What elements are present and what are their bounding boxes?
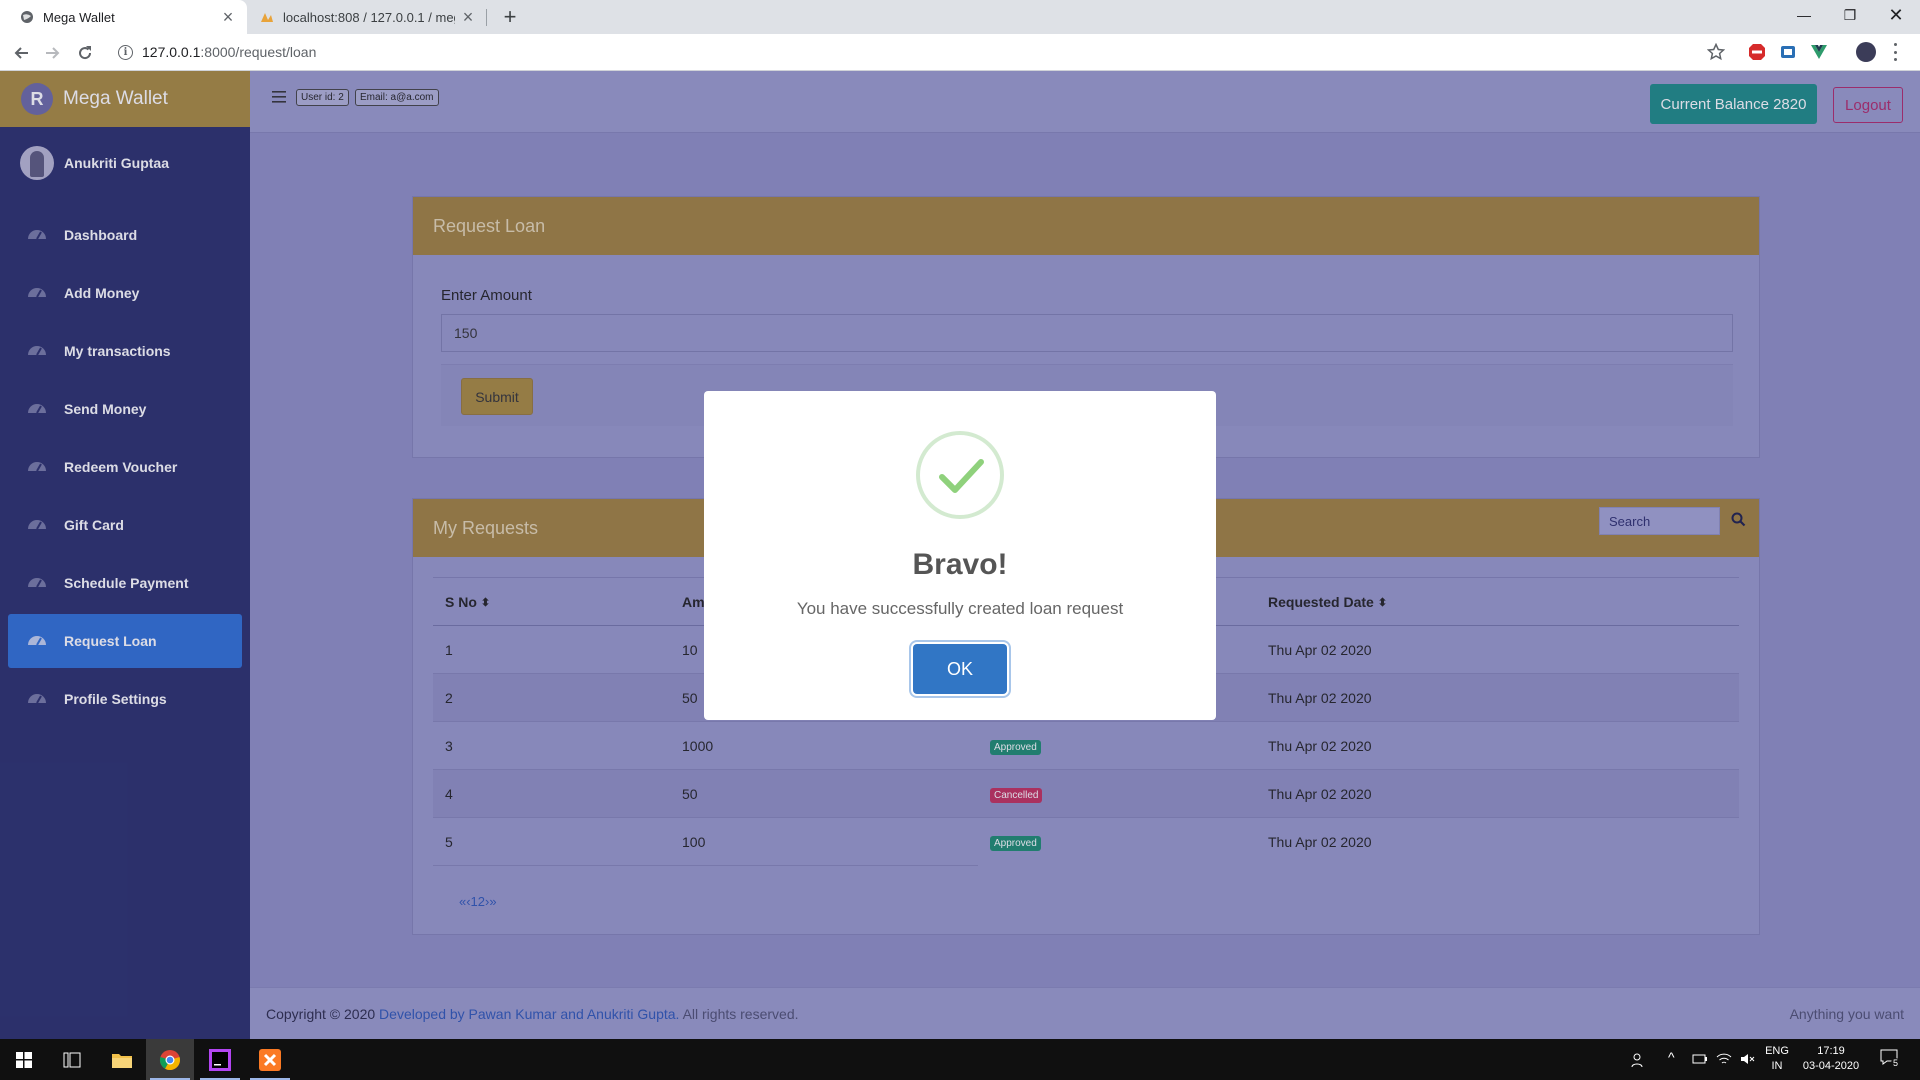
reload-button[interactable]: [71, 39, 99, 67]
adblock-icon[interactable]: [1748, 43, 1766, 61]
checkmark-icon: [939, 459, 984, 493]
clock-date: 03-04-2020: [1802, 1060, 1860, 1072]
chrome-icon: [159, 1049, 180, 1070]
url-path: :8000/request/loan: [200, 44, 317, 60]
dialog-message: You have successfully created loan reque…: [796, 599, 1124, 618]
language-code: ENG: [1765, 1045, 1789, 1057]
arrow-right-icon: [46, 47, 60, 59]
people-icon[interactable]: [1631, 1052, 1647, 1068]
region-code: IN: [1771, 1060, 1783, 1072]
close-tab-icon[interactable]: ×: [455, 4, 481, 30]
start-button[interactable]: [0, 1039, 48, 1080]
close-tab-icon[interactable]: ×: [215, 4, 241, 30]
action-center-button[interactable]: 5: [1880, 1049, 1901, 1069]
ok-button[interactable]: OK: [913, 644, 1007, 694]
folder-icon: [112, 1053, 132, 1068]
xampp-icon: [259, 1048, 281, 1071]
back-button[interactable]: [7, 39, 35, 67]
chevron-up-icon[interactable]: ^: [1668, 1049, 1675, 1065]
reload-icon: [79, 46, 92, 60]
notification-count: 5: [1891, 1058, 1901, 1068]
clock[interactable]: 17:19 03-04-2020: [1796, 1044, 1866, 1074]
close-window-icon[interactable]: ✕: [1873, 0, 1919, 30]
tab-title: Mega Wallet: [43, 9, 115, 25]
restore-icon[interactable]: ❐: [1827, 0, 1873, 30]
tab-title: localhost:808 / 127.0.0.1 / mega_: [283, 9, 455, 25]
forward-button[interactable]: [39, 39, 67, 67]
phpstorm-icon: [209, 1048, 231, 1071]
minimize-icon[interactable]: —: [1781, 0, 1827, 30]
clock-time: 17:19: [1817, 1045, 1845, 1057]
arrow-left-icon: [14, 47, 28, 59]
address-bar[interactable]: 127.0.0.1:8000/request/loan: [142, 44, 316, 60]
browser-tab-phpmyadmin[interactable]: localhost:808 / 127.0.0.1 / mega_ ×: [250, 0, 487, 34]
volume-muted-icon[interactable]: [1740, 1052, 1756, 1066]
windows-logo-icon: [16, 1051, 32, 1068]
xampp-taskbar-button[interactable]: [246, 1039, 294, 1080]
browser-tab-mega-wallet[interactable]: Mega Wallet ×: [0, 0, 247, 34]
battery-icon[interactable]: [1692, 1053, 1708, 1065]
success-check-icon: [916, 431, 1004, 519]
url-host: 127.0.0.1: [142, 44, 201, 60]
windows-taskbar: ^ ENG IN 17:19 03-04-2020 5: [0, 1039, 1920, 1080]
profile-avatar[interactable]: [1856, 42, 1876, 62]
phpmyadmin-icon: [261, 13, 273, 22]
input-language[interactable]: ENG IN: [1762, 1044, 1792, 1074]
wifi-icon[interactable]: [1716, 1052, 1732, 1066]
tab-divider: [486, 9, 487, 26]
browser-menu-icon[interactable]: [1892, 43, 1898, 61]
bookmark-star-icon[interactable]: [1707, 43, 1725, 61]
new-tab-button[interactable]: +: [497, 4, 523, 30]
task-view-button[interactable]: [48, 1039, 96, 1080]
dialog-title: Bravo!: [912, 548, 1008, 581]
file-explorer-button[interactable]: [98, 1039, 146, 1080]
browser-tab-bar: Mega Wallet × localhost:808 / 127.0.0.1 …: [0, 0, 1920, 34]
extension-icon[interactable]: [1779, 43, 1797, 61]
task-view-icon: [63, 1052, 81, 1067]
globe-icon: [21, 11, 33, 23]
vue-devtools-icon[interactable]: [1810, 43, 1828, 61]
chrome-taskbar-button[interactable]: [146, 1039, 194, 1080]
browser-toolbar: i 127.0.0.1:8000/request/loan: [0, 34, 1920, 71]
phpstorm-taskbar-button[interactable]: [196, 1039, 244, 1080]
site-info-icon[interactable]: i: [118, 45, 133, 60]
success-dialog: Bravo! You have successfully created loa…: [704, 391, 1216, 720]
